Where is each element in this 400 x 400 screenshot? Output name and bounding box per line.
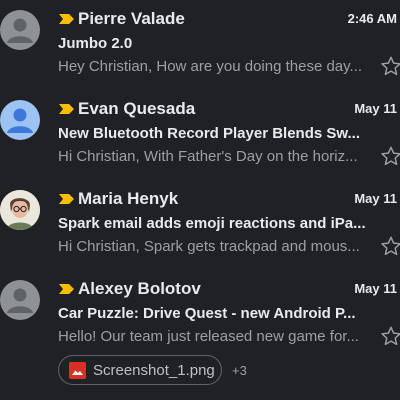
email-subject: New Bluetooth Record Player Blends Sw...: [58, 125, 361, 142]
important-marker-icon[interactable]: [59, 14, 74, 24]
star-icon[interactable]: [380, 55, 400, 77]
person-icon: [7, 18, 33, 43]
email-row[interactable]: Maria Henyk May 11 Spark email adds emoj…: [0, 180, 400, 270]
sender-name: Maria Henyk: [78, 189, 179, 208]
avatar[interactable]: [0, 280, 40, 320]
avatar[interactable]: [0, 100, 40, 140]
email-snippet: Hello! Our team just released new game f…: [58, 328, 359, 345]
more-attachments-count[interactable]: +3: [232, 363, 247, 379]
person-icon: [7, 288, 33, 313]
attachment-chip[interactable]: Screenshot_1.png: [58, 355, 222, 385]
email-date: May 11: [354, 281, 397, 296]
important-marker-icon[interactable]: [59, 104, 74, 114]
avatar[interactable]: [0, 10, 40, 50]
important-marker-icon[interactable]: [59, 194, 74, 204]
inbox-list: Pierre Valade 2:46 AM Jumbo 2.0 Hey Chri…: [0, 0, 400, 400]
email-date: 2:46 AM: [347, 11, 397, 26]
email-snippet: Hey Christian, How are you doing these d…: [58, 58, 363, 75]
attachment-name: Screenshot_1.png: [93, 362, 215, 379]
person-icon: [7, 108, 33, 133]
image-file-icon: [69, 362, 86, 379]
email-row[interactable]: Alexey Bolotov May 11 Car Puzzle: Drive …: [0, 270, 400, 400]
email-subject: Car Puzzle: Drive Quest - new Android P.…: [58, 305, 356, 322]
email-date: May 11: [354, 101, 397, 116]
sender-name: Evan Quesada: [78, 99, 196, 118]
important-marker-icon[interactable]: [59, 284, 74, 294]
email-snippet: Hi Christian, With Father's Day on the h…: [58, 148, 358, 165]
profile-photo: [0, 190, 40, 230]
star-icon[interactable]: [380, 145, 400, 167]
email-subject: Jumbo 2.0: [58, 35, 133, 52]
avatar[interactable]: [0, 190, 40, 230]
email-snippet: Hi Christian, Spark gets trackpad and mo…: [58, 238, 360, 255]
star-icon[interactable]: [380, 325, 400, 347]
sender-name: Pierre Valade: [78, 9, 185, 28]
star-icon[interactable]: [380, 235, 400, 257]
sender-name: Alexey Bolotov: [78, 279, 201, 298]
email-row[interactable]: Evan Quesada May 11 New Bluetooth Record…: [0, 90, 400, 180]
email-row[interactable]: Pierre Valade 2:46 AM Jumbo 2.0 Hey Chri…: [0, 0, 400, 90]
email-date: May 11: [354, 191, 397, 206]
email-subject: Spark email adds emoji reactions and iPa…: [58, 215, 366, 232]
